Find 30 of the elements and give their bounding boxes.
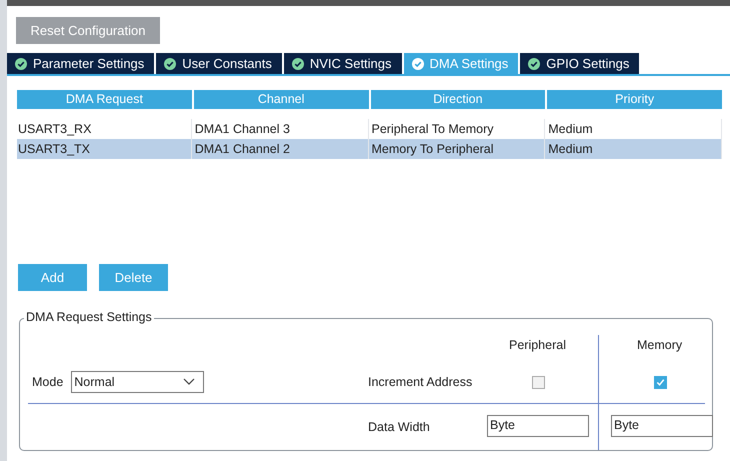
column-label: Peripheral	[509, 338, 566, 352]
tab[interactable]: User Constants	[156, 53, 282, 74]
table-cell: USART3_TX	[17, 139, 192, 159]
checkbox[interactable]	[654, 376, 667, 388]
table-cell: Medium	[547, 139, 722, 159]
data-width-field[interactable]: Byte	[611, 415, 713, 437]
checkbox[interactable]	[532, 376, 545, 388]
data-width-field[interactable]: Byte	[487, 415, 589, 437]
column-header: Channel	[194, 90, 368, 109]
group-legend: DMA Request Settings	[24, 310, 154, 324]
check-circle-icon	[292, 58, 304, 70]
field-label: Mode	[32, 375, 64, 389]
mode-dropdown[interactable]: Normal	[71, 371, 204, 393]
field-label: Data Width	[368, 420, 430, 434]
table-row[interactable]: USART3_TX DMA1 Channel 2 Memory To Peripheral Medium	[17, 139, 722, 159]
table-cell: Memory To Peripheral	[370, 139, 546, 159]
table-cell: DMA1 Channel 2	[194, 139, 368, 159]
tab[interactable]: GPIO Settings	[520, 53, 640, 74]
check-circle-icon	[164, 58, 176, 70]
column-label: Memory	[637, 338, 682, 352]
check-circle-icon	[15, 58, 27, 70]
column-header: Priority	[547, 90, 722, 109]
chevron-down-icon	[183, 378, 196, 386]
field-label: Increment Address	[368, 375, 472, 389]
tab[interactable]: NVIC Settings	[284, 53, 402, 74]
check-circle-icon	[412, 58, 424, 70]
tab[interactable]: Parameter Settings	[7, 53, 154, 74]
column-header: DMA Request	[17, 90, 192, 109]
check-circle-icon	[528, 58, 540, 70]
column-header: Direction	[370, 90, 546, 109]
